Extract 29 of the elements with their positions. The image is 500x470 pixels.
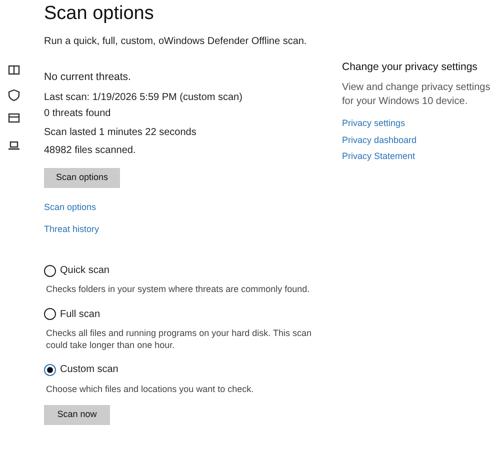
radio-button[interactable] xyxy=(44,308,56,320)
link[interactable]: Scan options xyxy=(44,200,96,214)
link[interactable]: Threat history xyxy=(44,223,100,236)
option-description: Checks folders in your system where threats are commonly found. xyxy=(45,283,311,296)
radio-button[interactable] xyxy=(44,364,56,376)
radio-label[interactable]: Quick scan xyxy=(60,264,110,278)
link[interactable]: Privacy settings xyxy=(342,117,406,130)
radio-label[interactable]: Custom scan xyxy=(60,363,118,377)
link[interactable]: Privacy Statement xyxy=(342,150,416,162)
files-scanned-text: 48982 files scanned. xyxy=(44,144,137,158)
page-subtitle: Run a quick, full, custom, oWindows Defender Offline scan. xyxy=(44,34,308,48)
option-description: Choose which files and locations you want to check. xyxy=(45,382,255,396)
radio-label[interactable]: Full scan xyxy=(60,308,100,322)
page-title: Scan options xyxy=(44,3,155,26)
link[interactable]: Privacy dashboard xyxy=(342,134,417,146)
section-description: View and change privacy settings for your Windows 10 device. xyxy=(342,81,492,108)
radio-button[interactable] xyxy=(44,264,56,277)
window-icon[interactable] xyxy=(8,64,20,76)
option-description: Checks all files and running programs on your hard disk. This scan could take longer than one hour. xyxy=(45,327,312,352)
scan-options-button[interactable]: Scan options xyxy=(44,168,120,188)
card-icon[interactable] xyxy=(8,112,20,124)
section-title: Change your privacy settings xyxy=(342,60,478,74)
last-scan-text: Last scan: 1/19/2026 5:59 PM (custom scan) xyxy=(44,91,244,105)
status-headline: No current threats. xyxy=(44,70,132,84)
scan-now-button[interactable]: Scan now xyxy=(44,405,110,425)
shield-icon[interactable] xyxy=(8,89,20,101)
laptop-icon[interactable] xyxy=(8,139,20,151)
threats-found-text: 0 threats found xyxy=(44,106,112,120)
scan-duration-text: Scan lasted 1 minutes 22 seconds xyxy=(44,126,198,140)
